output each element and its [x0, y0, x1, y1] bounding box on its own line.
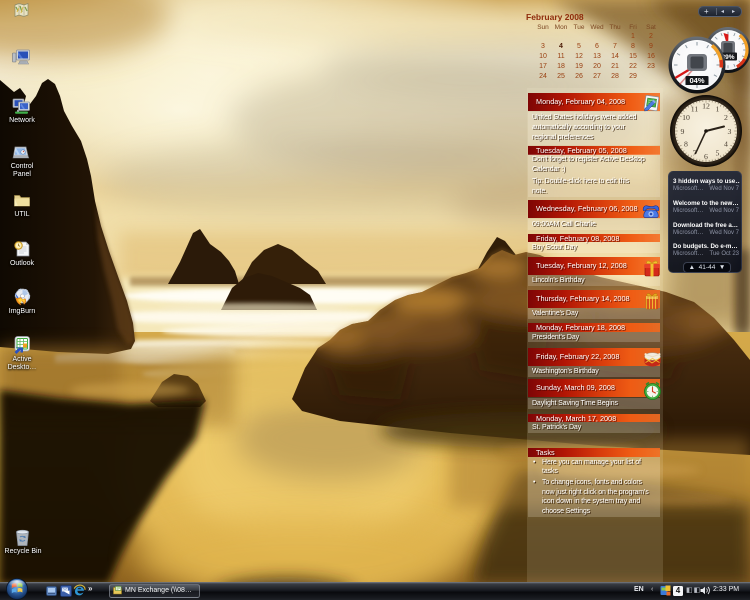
svg-text:12: 12 — [702, 102, 710, 111]
svg-text:9: 9 — [681, 127, 685, 136]
svg-text:6: 6 — [704, 152, 708, 161]
svg-text:3: 3 — [728, 127, 732, 136]
svg-text:4: 4 — [724, 140, 728, 149]
svg-text:2: 2 — [724, 113, 728, 122]
svg-text:10: 10 — [682, 113, 690, 122]
svg-text:1: 1 — [716, 105, 720, 114]
svg-text:11: 11 — [691, 105, 699, 114]
svg-text:5: 5 — [716, 149, 720, 158]
svg-text:04%: 04% — [689, 76, 704, 85]
svg-text:8: 8 — [684, 140, 688, 149]
